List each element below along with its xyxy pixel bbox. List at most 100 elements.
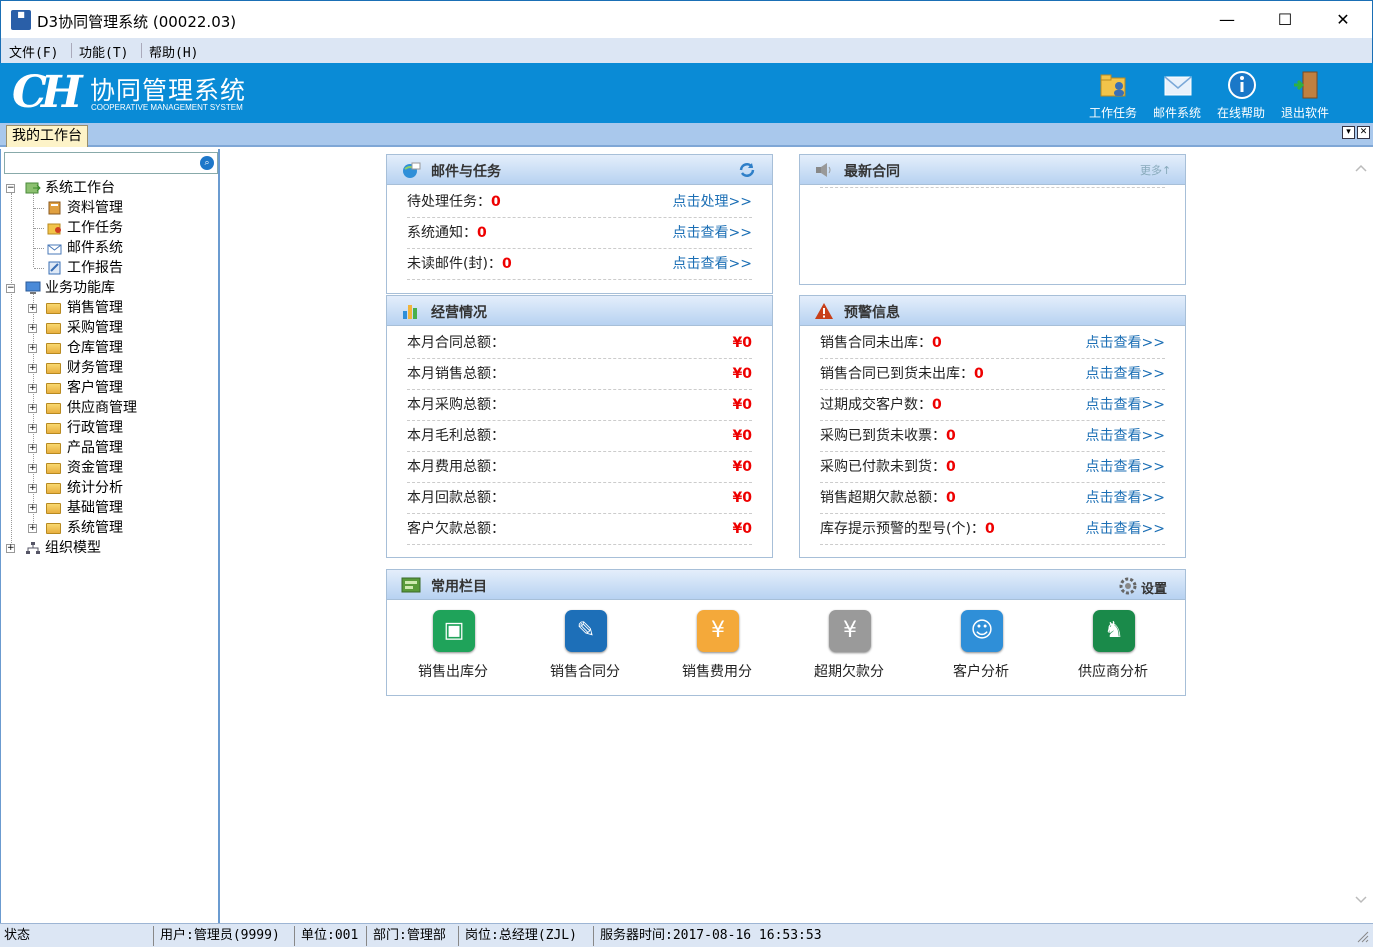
search-icon[interactable]: ⌕: [200, 156, 214, 170]
expand-icon[interactable]: +: [28, 324, 37, 333]
expand-icon[interactable]: +: [28, 524, 37, 533]
maximize-button[interactable]: ☐: [1256, 1, 1314, 39]
folder-icon: [46, 463, 61, 474]
pending-tasks-row: 待处理任务：0 点击处理>>: [407, 187, 752, 218]
view-link[interactable]: 点击查看>>: [1086, 328, 1165, 358]
view-link[interactable]: 点击查看>>: [1086, 514, 1165, 544]
status-position: 岗位:总经理(ZJL): [461, 926, 594, 946]
bus-icon[interactable]: ▣: [433, 610, 475, 652]
online-help-button[interactable]: 在线帮助: [1211, 66, 1271, 122]
contract-icon[interactable]: ✎: [565, 610, 607, 652]
tree-label: 资金管理: [67, 460, 123, 476]
speaker-icon: [816, 163, 831, 177]
expand-icon[interactable]: +: [28, 344, 37, 353]
folder-icon: [46, 443, 61, 454]
expand-icon[interactable]: +: [28, 504, 37, 513]
expand-icon[interactable]: +: [28, 464, 37, 473]
tab-close-button[interactable]: ✕: [1357, 126, 1370, 139]
sidebar-search-input[interactable]: [7, 154, 197, 172]
panel-title: 预警信息: [844, 305, 900, 321]
tree-label: 工作报告: [67, 260, 123, 276]
row-value: 0: [491, 194, 501, 210]
menu-function[interactable]: 功能(T): [79, 42, 128, 61]
folder-icon: [46, 523, 61, 534]
collapse-icon[interactable]: −: [6, 184, 15, 193]
row-label: 本月费用总额：: [407, 459, 505, 475]
row-value: 0: [932, 397, 942, 413]
view-link[interactable]: 点击查看>>: [1086, 421, 1165, 451]
tree-label: 工作任务: [67, 220, 123, 236]
money-bag-icon[interactable]: ¥: [697, 610, 739, 652]
tree-label: 组织模型: [45, 540, 101, 556]
expand-icon[interactable]: +: [28, 384, 37, 393]
menu-separator: [141, 43, 142, 58]
view-link[interactable]: 点击查看>>: [1086, 483, 1165, 513]
expand-icon[interactable]: +: [28, 404, 37, 413]
quick-access-panel: 常用栏目 设置 ▣ 销售出库分析 ✎ 销售合同分析 ¥ 销售费用分析 ¥ 超期欠款分析 ☺ 客户分…: [386, 569, 1186, 696]
refresh-icon[interactable]: [737, 161, 757, 179]
row-amount: ¥0: [732, 521, 752, 537]
mail-tasks-panel: 邮件与任务 待处理任务：0 点击处理>> 系统通知：0 点击查看>> 未读邮件(…: [386, 154, 773, 294]
expand-icon[interactable]: +: [28, 304, 37, 313]
supplier-icon[interactable]: ♞: [1093, 610, 1135, 652]
row-label: 本月毛利总额：: [407, 428, 505, 444]
status-bar: 状态 用户:管理员(9999) 单位:001 部门:管理部 岗位:总经理(ZJL…: [0, 923, 1373, 947]
sidebar-search-box[interactable]: ⌕: [4, 152, 218, 174]
alert-row: 采购已到货未收票：0 点击查看>>: [820, 421, 1165, 452]
expand-icon[interactable]: +: [6, 544, 15, 553]
status-server-time: 服务器时间:2017-08-16 16:53:53: [600, 928, 822, 943]
expand-icon[interactable]: +: [28, 484, 37, 493]
customer-icon[interactable]: ☺: [961, 610, 1003, 652]
menu-file[interactable]: 文件(F): [9, 42, 58, 61]
view-link[interactable]: 点击查看>>: [1086, 452, 1165, 482]
main-scrollbar[interactable]: [1350, 149, 1372, 923]
row-value: 0: [974, 366, 984, 382]
row-label: 销售合同已到货未出库：: [820, 366, 974, 382]
view-link[interactable]: 点击查看>>: [673, 249, 752, 279]
tree-line: [34, 268, 44, 269]
menu-bar: 文件(F) 功能(T) 帮助(H): [0, 38, 1373, 63]
row-label: 过期成交客户数：: [820, 397, 932, 413]
yen-minus-icon[interactable]: ¥: [829, 610, 871, 652]
row-value: 0: [946, 428, 956, 444]
tree-label: 邮件系统: [67, 240, 123, 256]
scroll-up-icon[interactable]: [1354, 161, 1368, 175]
tree-label: 资料管理: [67, 200, 123, 216]
expand-icon[interactable]: +: [28, 444, 37, 453]
view-link[interactable]: 点击查看>>: [1086, 390, 1165, 420]
handle-link[interactable]: 点击处理>>: [673, 187, 752, 217]
row-label: 本月采购总额：: [407, 397, 505, 413]
exit-software-button[interactable]: 退出软件: [1275, 66, 1335, 122]
more-link[interactable]: 更多↑: [1140, 162, 1171, 178]
row-value: 0: [946, 459, 956, 475]
settings-link[interactable]: 设置: [1141, 578, 1167, 597]
tab-dropdown-button[interactable]: ▾: [1342, 126, 1355, 139]
title-bar: ■ D3协同管理系统 (00022.03) — ☐ ✕: [0, 0, 1373, 38]
folder-icon: [46, 483, 61, 494]
row-label: 本月回款总额：: [407, 490, 505, 506]
expand-icon[interactable]: +: [28, 364, 37, 373]
resize-grip-icon[interactable]: [1356, 930, 1370, 944]
expand-icon[interactable]: +: [28, 424, 37, 433]
view-link[interactable]: 点击查看>>: [673, 218, 752, 248]
panel-title: 经营情况: [431, 305, 487, 321]
mail-system-button[interactable]: 邮件系统: [1147, 66, 1207, 122]
status-unit: 单位:001: [297, 926, 367, 946]
minimize-button[interactable]: —: [1198, 1, 1256, 39]
collapse-icon[interactable]: −: [6, 284, 15, 293]
tree-label: 采购管理: [67, 320, 123, 336]
scroll-down-icon[interactable]: [1354, 893, 1368, 907]
task-icon: [47, 223, 61, 235]
work-task-button[interactable]: 工作任务: [1083, 66, 1143, 122]
exit-software-label: 退出软件: [1280, 106, 1329, 120]
quick-item-label: 销售出库分析: [418, 664, 488, 680]
close-button[interactable]: ✕: [1314, 1, 1372, 39]
system-notice-row: 系统通知：0 点击查看>>: [407, 218, 752, 249]
view-link[interactable]: 点击查看>>: [1086, 359, 1165, 389]
tree-line: [34, 228, 44, 229]
gear-icon[interactable]: [1119, 577, 1137, 595]
tab-my-workbench[interactable]: 我的工作台: [6, 125, 88, 147]
menu-help[interactable]: 帮助(H): [149, 42, 198, 61]
info-icon: [1228, 71, 1256, 99]
business-row: 本月销售总额： ¥0: [407, 359, 752, 390]
